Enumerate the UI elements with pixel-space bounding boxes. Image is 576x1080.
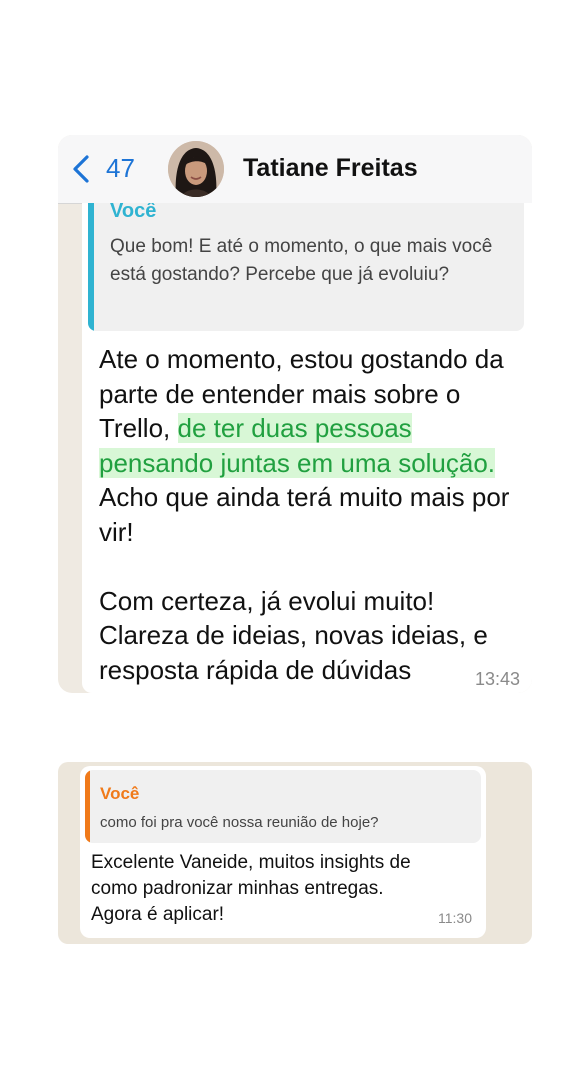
quote-author: Você [110, 203, 157, 222]
contact-name[interactable]: Tatiane Freitas [243, 154, 418, 183]
chevron-left-icon[interactable] [70, 154, 92, 184]
avatar-photo [168, 141, 224, 197]
quote-bar [88, 203, 94, 331]
quoted-message[interactable]: Você Que bom! E até o momento, o que mai… [88, 203, 524, 331]
quoted-message[interactable]: Você como foi pra você nossa reunião de … [85, 770, 481, 843]
quote-text: como foi pra você nossa reunião de hoje? [100, 814, 379, 831]
message-paragraph-2: Com certeza, já evolui muito! Clareza de… [99, 585, 488, 685]
message-bubble[interactable]: Você como foi pra você nossa reunião de … [80, 766, 486, 938]
unread-count[interactable]: 47 [106, 153, 135, 184]
message-text: Ate o momento, estou gostando da parte d… [99, 342, 529, 687]
chat-header: 47 Tatiane Freitas [58, 135, 532, 204]
quote-author: Você [100, 784, 140, 803]
chat-screenshot-2: Você como foi pra você nossa reunião de … [58, 762, 532, 944]
quote-bar [85, 770, 90, 843]
message-text: Excelente Vaneide, muitos insights de co… [91, 852, 411, 925]
message-timestamp: 11:30 [438, 910, 472, 926]
chat-screenshot-1: 47 Tatiane Freitas Você Que bom! E até o… [58, 135, 532, 693]
avatar[interactable] [168, 141, 224, 197]
message-text-part2: Acho que ainda terá muito mais por vir! [99, 482, 510, 547]
message-timestamp: 13:43 [474, 669, 520, 689]
message-bubble[interactable]: Você Que bom! E até o momento, o que mai… [82, 203, 532, 693]
quote-text: Que bom! E até o momento, o que mais voc… [110, 236, 493, 285]
